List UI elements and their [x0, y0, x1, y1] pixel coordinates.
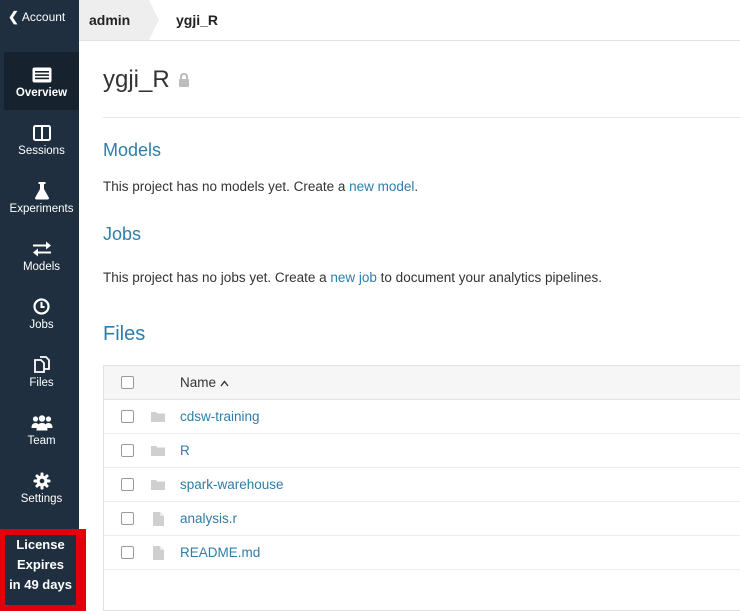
row-checkbox[interactable] — [121, 444, 134, 457]
table-header: Name — [104, 366, 740, 400]
files-table: Name cdsw-training R spark-warehouse ana… — [103, 365, 740, 611]
chevron-left-icon: ❮ — [8, 8, 19, 24]
team-icon — [31, 412, 53, 434]
license-line: Expires — [17, 557, 64, 572]
sidebar-item-label: Overview — [15, 86, 68, 99]
name-column-header[interactable]: Name — [180, 375, 229, 390]
breadcrumb: admin ygji_R — [79, 0, 740, 41]
file-icon — [151, 511, 165, 526]
sidebar-item-team[interactable]: Team — [4, 400, 79, 458]
file-name-link[interactable]: spark-warehouse — [180, 477, 284, 492]
file-name-link[interactable]: R — [180, 443, 190, 458]
models-heading: Models — [103, 140, 162, 160]
sidebar-nav: Overview Sessions Experiments Models Job… — [4, 52, 79, 516]
new-job-link[interactable]: new job — [330, 270, 377, 285]
project-title: ygji_R — [103, 66, 170, 93]
page-title: ygji_R — [103, 66, 190, 94]
breadcrumb-project[interactable]: ygji_R — [176, 0, 218, 40]
overview-icon — [32, 64, 52, 86]
models-text-after: . — [414, 179, 419, 194]
table-row[interactable]: cdsw-training — [104, 400, 740, 434]
sidebar-item-files[interactable]: Files — [4, 342, 79, 400]
column-header-label: Name — [180, 375, 217, 390]
files-heading: Files — [103, 323, 146, 345]
sidebar-item-label: Sessions — [18, 144, 65, 157]
folder-icon — [151, 479, 165, 490]
sessions-icon — [32, 122, 51, 144]
folder-icon — [151, 411, 165, 422]
jobs-text-before: This project has no jobs yet. Create a — [103, 270, 331, 285]
table-row[interactable]: R — [104, 434, 740, 468]
files-icon — [33, 354, 51, 376]
jobs-text-after: to document your analytics pipelines. — [376, 270, 603, 285]
account-label: Account — [21, 9, 66, 24]
sidebar-item-label: Experiments — [9, 202, 74, 215]
row-checkbox[interactable] — [121, 410, 134, 423]
sidebar-item-label: Team — [27, 434, 56, 447]
file-name-link[interactable]: analysis.r — [180, 511, 237, 526]
sidebar-item-jobs[interactable]: Jobs — [4, 284, 79, 342]
jobs-heading: Jobs — [103, 224, 142, 244]
sidebar-item-label: Jobs — [29, 318, 54, 331]
clock-icon — [33, 296, 50, 318]
select-all-checkbox[interactable] — [121, 376, 134, 389]
license-line: License — [16, 537, 65, 552]
title-divider — [103, 117, 740, 118]
models-text-before: This project has no models yet. Create a — [103, 179, 350, 194]
lock-icon — [178, 66, 190, 94]
sidebar-item-label: Files — [29, 376, 54, 389]
arrows-icon — [32, 238, 52, 260]
sidebar-item-overview[interactable]: Overview — [4, 52, 79, 110]
account-link[interactable]: ❮ Account — [4, 0, 79, 33]
license-line: in 49 days — [9, 577, 72, 592]
file-icon — [151, 545, 165, 560]
sidebar-item-models[interactable]: Models — [4, 226, 79, 284]
sidebar-item-experiments[interactable]: Experiments — [4, 168, 79, 226]
gear-icon — [33, 470, 51, 492]
sidebar-item-settings[interactable]: Settings — [4, 458, 79, 516]
breadcrumb-user[interactable]: admin — [79, 0, 149, 40]
breadcrumb-separator — [149, 0, 159, 40]
new-model-link[interactable]: new model — [349, 179, 414, 194]
file-name-link[interactable]: cdsw-training — [180, 409, 260, 424]
sidebar-item-label: Models — [22, 260, 61, 273]
jobs-empty-text: This project has no jobs yet. Create a n… — [103, 270, 602, 285]
row-checkbox[interactable] — [121, 478, 134, 491]
row-checkbox[interactable] — [121, 546, 134, 559]
table-row[interactable]: README.md — [104, 536, 740, 570]
sidebar-item-label: Settings — [20, 492, 63, 505]
table-row[interactable]: spark-warehouse — [104, 468, 740, 502]
table-row[interactable]: analysis.r — [104, 502, 740, 536]
folder-icon — [151, 445, 165, 456]
file-name-link[interactable]: README.md — [180, 545, 260, 560]
flask-icon — [34, 180, 50, 202]
sidebar-item-sessions[interactable]: Sessions — [4, 110, 79, 168]
sidebar: ❮ Account Overview Sessions Experiments — [0, 0, 79, 611]
caret-up-icon — [220, 375, 229, 390]
models-empty-text: This project has no models yet. Create a… — [103, 179, 418, 194]
license-notice[interactable]: License Expires in 49 days — [5, 535, 76, 605]
row-checkbox[interactable] — [121, 512, 134, 525]
